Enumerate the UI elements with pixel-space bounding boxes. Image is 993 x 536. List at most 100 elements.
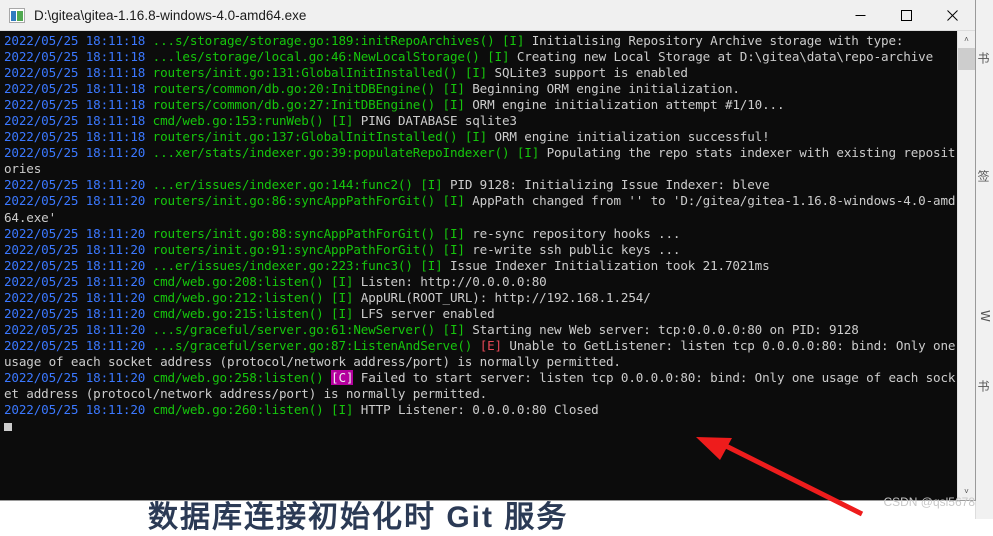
console-line-timestamp: 2022/05/25 18:11:18 [4, 81, 146, 97]
console-line-message: HTTP Listener: 0.0.0.0:80 Closed [360, 402, 599, 418]
console-line-level-badge: [I] [420, 257, 443, 273]
backdrop-side-glyph-2: 签 [976, 170, 990, 182]
console-line-source: cmd/web.go:258:listen() [152, 369, 324, 385]
console-line-level-badge: [I] [331, 289, 354, 305]
console-line: 2022/05/25 18:11:20 ...s/graceful/server… [4, 322, 957, 338]
console-line-message: LFS server enabled [360, 305, 495, 321]
backdrop-side-glyph-4: 书 [976, 380, 990, 392]
console-line-message: Listen: http://0.0.0.0:80 [360, 273, 547, 289]
console-line-timestamp: 2022/05/25 18:11:20 [4, 369, 146, 385]
console-line-timestamp: 2022/05/25 18:11:20 [4, 241, 146, 257]
console-line-source: ...er/issues/indexer.go:223:func3() [152, 257, 413, 273]
console-line: 2022/05/25 18:11:18 ...les/storage/local… [4, 49, 957, 65]
console-line-timestamp: 2022/05/25 18:11:18 [4, 97, 146, 113]
console-line-message: re-write ssh public keys ... [472, 241, 681, 257]
backdrop-side-glyph-3: W [978, 310, 992, 322]
console-line-message: ORM engine initialization successful! [494, 129, 770, 145]
console-line-level-badge: [I] [442, 321, 465, 337]
console-line-message: Beginning ORM engine initialization. [472, 81, 740, 97]
console-line-source: routers/init.go:86:syncAppPathForGit() [152, 193, 436, 209]
console-line-timestamp: 2022/05/25 18:11:20 [4, 193, 146, 209]
console-line-level-badge: [I] [442, 193, 465, 209]
console-line-message: Failed to start server: listen tcp 0.0.0… [4, 369, 956, 402]
console-line-message: Creating new Local Storage at D:\gitea\d… [516, 49, 934, 65]
console-line-level-badge: [I] [331, 305, 354, 321]
console-line: 2022/05/25 18:11:20 routers/init.go:86:s… [4, 193, 957, 225]
console-line-timestamp: 2022/05/25 18:11:18 [4, 33, 146, 48]
console-line-message: PID 9128: Initializing Issue Indexer: bl… [449, 177, 770, 193]
console-line-source: cmd/web.go:208:listen() [152, 273, 324, 289]
console-line: 2022/05/25 18:11:18 routers/init.go:137:… [4, 129, 957, 145]
console-line-source: ...s/storage/storage.go:189:initRepoArch… [152, 33, 495, 48]
console-line-source: cmd/web.go:260:listen() [152, 402, 324, 418]
console-line: 2022/05/25 18:11:20 cmd/web.go:260:liste… [4, 402, 957, 418]
console-line-timestamp: 2022/05/25 18:11:20 [4, 321, 146, 337]
console-line: 2022/05/25 18:11:20 routers/init.go:88:s… [4, 226, 957, 242]
console-line-source: ...s/graceful/server.go:87:ListenAndServ… [152, 337, 473, 353]
text-cursor [4, 423, 12, 432]
console-line-message: Issue Indexer Initialization took 21.702… [449, 257, 770, 273]
console-line-timestamp: 2022/05/25 18:11:18 [4, 65, 146, 81]
console-line: 2022/05/25 18:11:20 cmd/web.go:208:liste… [4, 274, 957, 290]
console-line-timestamp: 2022/05/25 18:11:18 [4, 49, 146, 65]
window-title: D:\gitea\gitea-1.16.8-windows-4.0-amd64.… [34, 7, 307, 23]
console-line-timestamp: 2022/05/25 18:11:20 [4, 257, 146, 273]
console-line-message: PING DATABASE sqlite3 [360, 113, 517, 129]
console-line-source: cmd/web.go:215:listen() [152, 305, 324, 321]
console-line-source: ...xer/stats/indexer.go:39:populateRepoI… [152, 145, 510, 161]
console-line-timestamp: 2022/05/25 18:11:20 [4, 305, 146, 321]
minimize-button[interactable] [837, 0, 883, 30]
console-line-message: Initialising Repository Archive storage … [531, 33, 904, 48]
console-scrollbar[interactable]: ˄ ˅ [957, 31, 975, 500]
console-line-message: AppURL(ROOT_URL): http://192.168.1.254/ [360, 289, 651, 305]
console-window: D:\gitea\gitea-1.16.8-windows-4.0-amd64.… [0, 0, 975, 500]
console-line: 2022/05/25 18:11:20 routers/init.go:91:s… [4, 242, 957, 258]
console-line-message: SQLite3 support is enabled [494, 65, 688, 81]
console-line-timestamp: 2022/05/25 18:11:20 [4, 402, 146, 418]
console-line: 2022/05/25 18:11:20 ...s/graceful/server… [4, 338, 957, 370]
console-line: 2022/05/25 18:11:18 ...s/storage/storage… [4, 33, 957, 49]
console-line-message: ORM engine initialization attempt #1/10.… [472, 97, 785, 113]
console-line-level-badge: [I] [516, 145, 540, 161]
close-button[interactable] [929, 0, 975, 30]
console-line-source: routers/init.go:91:syncAppPathForGit() [152, 241, 436, 257]
console-line-level-badge: [I] [331, 113, 354, 129]
console-line-level-badge: [I] [442, 241, 465, 257]
console-cursor-line [4, 418, 957, 434]
window-title-bar[interactable]: D:\gitea\gitea-1.16.8-windows-4.0-amd64.… [0, 0, 975, 31]
console-line-level-badge: [I] [442, 97, 465, 113]
console-line-level-badge: [I] [442, 225, 465, 241]
console-line-message: AppPath changed from '' to 'D:/gitea/git… [4, 193, 956, 225]
console-line-source: cmd/web.go:212:listen() [152, 289, 324, 305]
console-line-source: ...les/storage/local.go:46:NewLocalStora… [152, 49, 480, 65]
console-line-message: re-sync repository hooks ... [472, 225, 681, 241]
console-line-source: ...s/graceful/server.go:61:NewServer() [152, 321, 436, 337]
console-body: 2022/05/25 18:11:18 ...s/storage/storage… [0, 31, 975, 500]
console-line-source: ...er/issues/indexer.go:144:func2() [152, 177, 413, 193]
console-line-source: routers/common/db.go:27:InitDBEngine() [152, 97, 436, 113]
console-line: 2022/05/25 18:11:18 routers/common/db.go… [4, 81, 957, 97]
console-line-level-badge: [I] [464, 65, 488, 81]
console-output[interactable]: 2022/05/25 18:11:18 ...s/storage/storage… [0, 31, 957, 500]
scroll-up-button[interactable]: ˄ [958, 31, 975, 48]
console-line-level-badge: [I] [464, 129, 488, 145]
console-line-timestamp: 2022/05/25 18:11:20 [4, 177, 146, 193]
console-line-timestamp: 2022/05/25 18:11:20 [4, 289, 146, 305]
console-line-level-badge: [I] [487, 49, 510, 65]
console-line-source: routers/init.go:131:GlobalInitInstalled(… [152, 65, 458, 81]
console-line: 2022/05/25 18:11:20 cmd/web.go:258:liste… [4, 369, 957, 402]
console-line: 2022/05/25 18:11:20 ...er/issues/indexer… [4, 177, 957, 193]
console-line-level-badge: [E] [479, 337, 502, 353]
window-controls [837, 0, 975, 30]
maximize-button[interactable] [883, 0, 929, 30]
console-line-timestamp: 2022/05/25 18:11:18 [4, 129, 146, 145]
backdrop-side-glyph-1: 书 [976, 52, 990, 64]
console-line-source: routers/init.go:137:GlobalInitInstalled(… [152, 129, 458, 145]
console-line: 2022/05/25 18:11:20 cmd/web.go:212:liste… [4, 290, 957, 306]
console-line-message: Starting new Web server: tcp:0.0.0.0:80 … [472, 321, 859, 337]
console-line-timestamp: 2022/05/25 18:11:20 [4, 337, 146, 353]
console-line-level-badge: [I] [501, 33, 525, 48]
scrollbar-thumb[interactable] [958, 48, 975, 70]
console-line-level-badge: [I] [420, 177, 443, 193]
console-line: 2022/05/25 18:11:18 routers/init.go:131:… [4, 65, 957, 81]
